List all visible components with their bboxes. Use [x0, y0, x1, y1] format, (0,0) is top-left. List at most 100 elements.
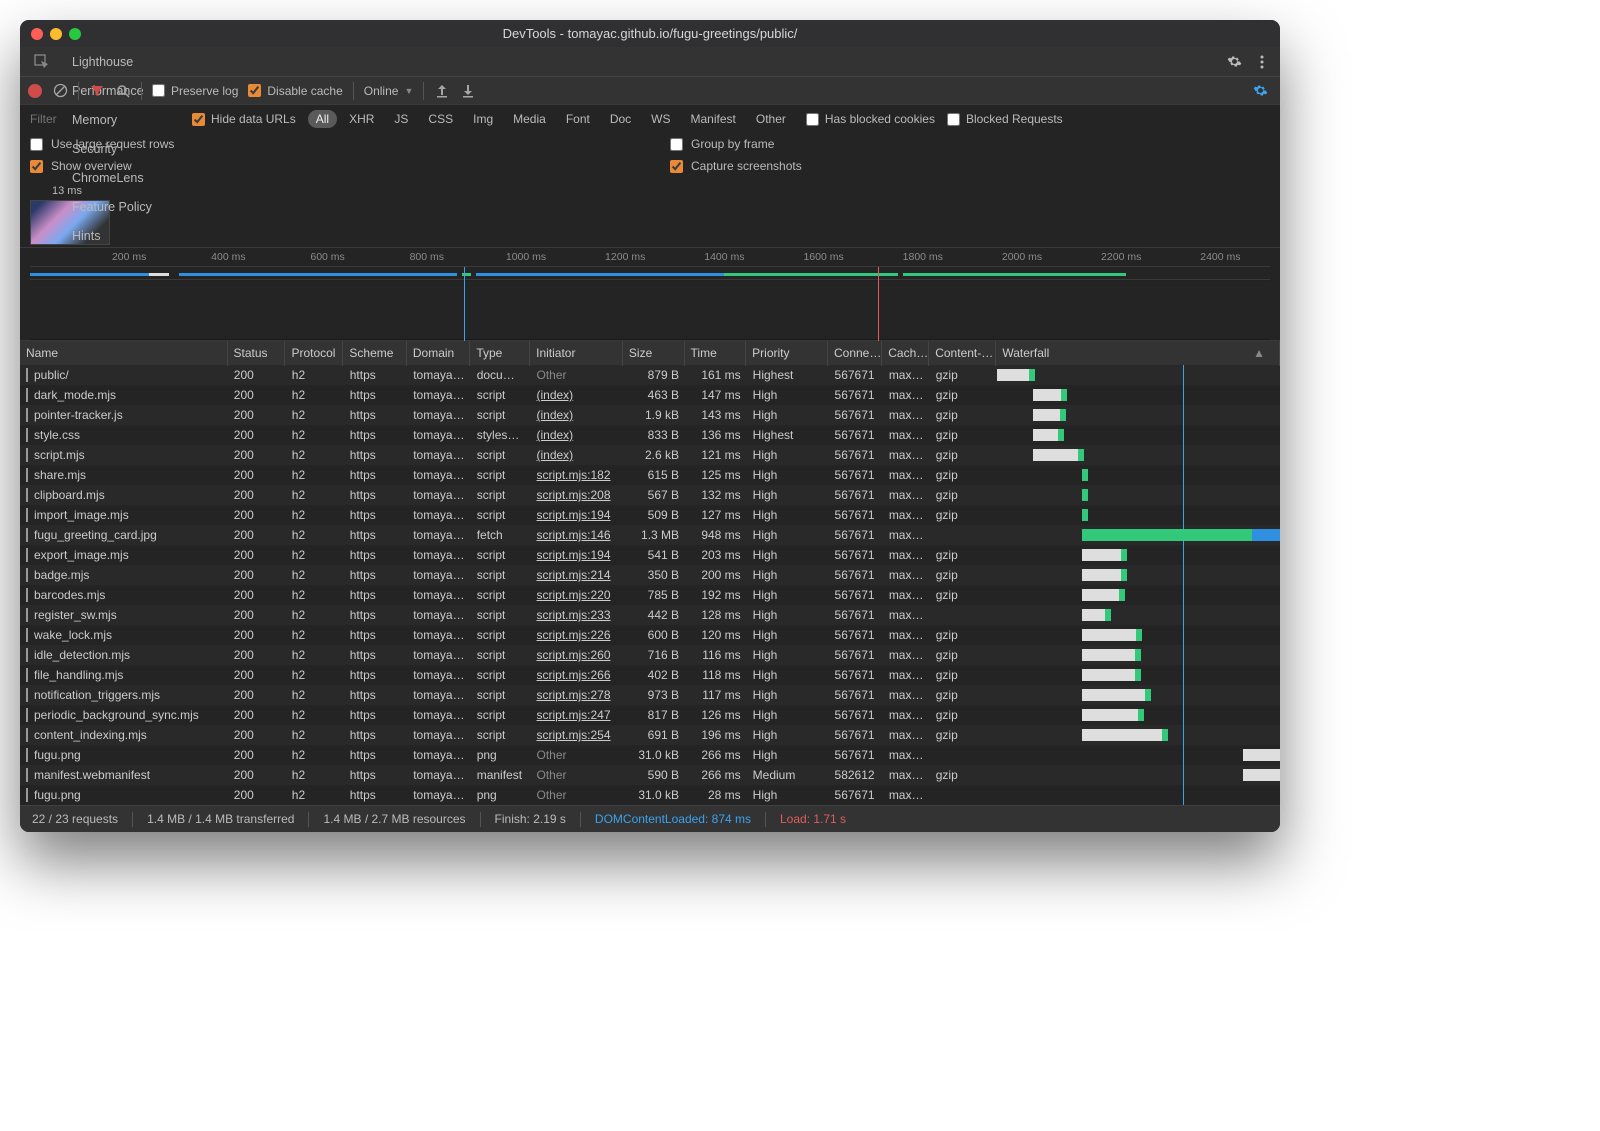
blocked-requests-checkbox[interactable]: Blocked Requests — [947, 112, 1063, 126]
col-connection[interactable]: Conne… — [828, 341, 882, 366]
col-status[interactable]: Status — [228, 341, 286, 366]
network-row[interactable]: wake_lock.mjs200h2httpstomayac…scriptscr… — [20, 625, 1280, 645]
network-row[interactable]: register_sw.mjs200h2httpstomayac…scripts… — [20, 605, 1280, 625]
col-name[interactable]: Name — [20, 341, 228, 366]
type-filter-js[interactable]: JS — [386, 110, 416, 128]
use-large-rows-checkbox[interactable]: Use large request rows — [30, 137, 630, 151]
status-load: Load: 1.71 s — [780, 812, 846, 826]
cell-name: fugu.png — [20, 788, 228, 802]
overview-timeline[interactable]: 200 ms400 ms600 ms800 ms1000 ms1200 ms14… — [20, 247, 1280, 340]
clear-icon[interactable] — [52, 83, 68, 99]
cell-name: import_image.mjs — [20, 508, 228, 522]
col-priority[interactable]: Priority — [746, 341, 828, 366]
screenshot-timestamp: 13 ms — [52, 185, 1270, 197]
network-row[interactable]: fugu.png200h2httpstomayac…pngOther31.0 k… — [20, 745, 1280, 765]
waterfall-cell — [997, 745, 1280, 765]
col-size[interactable]: Size — [623, 341, 685, 366]
type-filter-css[interactable]: CSS — [420, 110, 461, 128]
capture-screenshots-checkbox[interactable]: Capture screenshots — [670, 159, 1270, 173]
network-row[interactable]: content_indexing.mjs200h2httpstomayac…sc… — [20, 725, 1280, 745]
network-row[interactable]: fugu.png200h2httpstomayac…pngOther31.0 k… — [20, 785, 1280, 805]
panel-settings-icon[interactable] — [1248, 76, 1272, 105]
network-row[interactable]: script.mjs200h2httpstomayac…script(index… — [20, 445, 1280, 465]
network-row[interactable]: file_handling.mjs200h2httpstomayac…scrip… — [20, 665, 1280, 685]
cell-name: idle_detection.mjs — [20, 648, 228, 662]
timeline-tick: 1000 ms — [506, 251, 546, 263]
network-row[interactable]: manifest.webmanifest200h2httpstomayac…ma… — [20, 765, 1280, 785]
type-filter-font[interactable]: Font — [558, 110, 598, 128]
tab-performance[interactable]: Performance — [60, 76, 165, 105]
type-filter-all[interactable]: All — [308, 110, 337, 128]
col-content-encoding[interactable]: Content-… — [929, 341, 996, 366]
col-scheme[interactable]: Scheme — [343, 341, 406, 366]
network-row[interactable]: idle_detection.mjs200h2httpstomayac…scri… — [20, 645, 1280, 665]
show-overview-checkbox[interactable]: Show overview — [30, 159, 630, 173]
network-row[interactable]: badge.mjs200h2httpstomayac…scriptscript.… — [20, 565, 1280, 585]
disable-cache-checkbox[interactable]: Disable cache — [248, 84, 342, 98]
network-row[interactable]: import_image.mjs200h2httpstomayac…script… — [20, 505, 1280, 525]
cell-name: manifest.webmanifest — [20, 768, 228, 782]
cell-name: clipboard.mjs — [20, 488, 228, 502]
network-toolbar: Preserve log Disable cache Online▼ — [20, 76, 1280, 104]
network-row[interactable]: periodic_background_sync.mjs200h2httpsto… — [20, 705, 1280, 725]
timeline-tick: 800 ms — [410, 251, 444, 263]
has-blocked-cookies-checkbox[interactable]: Has blocked cookies — [806, 112, 935, 126]
type-filter-xhr[interactable]: XHR — [341, 110, 382, 128]
cell-name: file_handling.mjs — [20, 668, 228, 682]
cell-name: badge.mjs — [20, 568, 228, 582]
group-by-frame-checkbox[interactable]: Group by frame — [670, 137, 1270, 151]
col-protocol[interactable]: Protocol — [285, 341, 343, 366]
network-row[interactable]: share.mjs200h2httpstomayac…scriptscript.… — [20, 465, 1280, 485]
cell-name: periodic_background_sync.mjs — [20, 708, 228, 722]
type-filter-manifest[interactable]: Manifest — [683, 110, 744, 128]
type-filter-img[interactable]: Img — [465, 110, 501, 128]
timeline-tick: 2200 ms — [1101, 251, 1141, 263]
network-row[interactable]: barcodes.mjs200h2httpstomayac…scriptscri… — [20, 585, 1280, 605]
throttling-select[interactable]: Online▼ — [364, 84, 414, 98]
waterfall-cell — [997, 405, 1280, 425]
col-initiator[interactable]: Initiator — [530, 341, 623, 366]
preserve-log-checkbox[interactable]: Preserve log — [152, 84, 238, 98]
file-icon — [26, 648, 28, 662]
cell-name: public/ — [20, 368, 228, 382]
status-finish: Finish: 2.19 s — [495, 812, 566, 826]
col-type[interactable]: Type — [470, 341, 530, 366]
filter-input[interactable] — [30, 112, 180, 126]
col-domain[interactable]: Domain — [407, 341, 470, 366]
network-row[interactable]: public/200h2httpstomayac…documentOther87… — [20, 365, 1280, 385]
timeline-tick: 1400 ms — [704, 251, 744, 263]
network-row[interactable]: fugu_greeting_card.jpg200h2httpstomayac…… — [20, 525, 1280, 545]
upload-har-icon[interactable] — [434, 83, 450, 99]
inspect-element-icon[interactable] — [32, 53, 50, 71]
network-row[interactable]: export_image.mjs200h2httpstomayac…script… — [20, 545, 1280, 565]
hide-data-urls-checkbox[interactable]: Hide data URLs — [192, 112, 296, 126]
more-icon[interactable] — [1250, 47, 1274, 76]
file-icon — [26, 628, 28, 642]
col-cache[interactable]: Cach… — [882, 341, 929, 366]
waterfall-cell — [997, 665, 1280, 685]
col-time[interactable]: Time — [685, 341, 747, 366]
record-icon[interactable] — [28, 84, 42, 98]
tab-lighthouse[interactable]: Lighthouse — [60, 47, 165, 76]
type-filter-doc[interactable]: Doc — [602, 110, 639, 128]
type-filter-ws[interactable]: WS — [643, 110, 678, 128]
network-row[interactable]: dark_mode.mjs200h2httpstomayac…script(in… — [20, 385, 1280, 405]
filter-icon[interactable] — [89, 83, 105, 99]
network-row[interactable]: pointer-tracker.js200h2httpstomayac…scri… — [20, 405, 1280, 425]
network-row[interactable]: notification_triggers.mjs200h2httpstomay… — [20, 685, 1280, 705]
cell-name: export_image.mjs — [20, 548, 228, 562]
waterfall-cell — [997, 525, 1280, 545]
file-icon — [26, 608, 28, 622]
cell-name: share.mjs — [20, 468, 228, 482]
search-icon[interactable] — [115, 83, 131, 99]
type-filter-media[interactable]: Media — [505, 110, 554, 128]
settings-icon[interactable] — [1222, 47, 1246, 76]
network-row[interactable]: style.css200h2httpstomayac…stylesheet(in… — [20, 425, 1280, 445]
type-filter-other[interactable]: Other — [748, 110, 794, 128]
download-har-icon[interactable] — [460, 83, 476, 99]
tab-hints[interactable]: Hints — [60, 221, 165, 250]
file-icon — [26, 468, 28, 482]
file-icon — [26, 748, 28, 762]
col-waterfall[interactable]: Waterfall▲ — [996, 341, 1280, 366]
network-row[interactable]: clipboard.mjs200h2httpstomayac…scriptscr… — [20, 485, 1280, 505]
